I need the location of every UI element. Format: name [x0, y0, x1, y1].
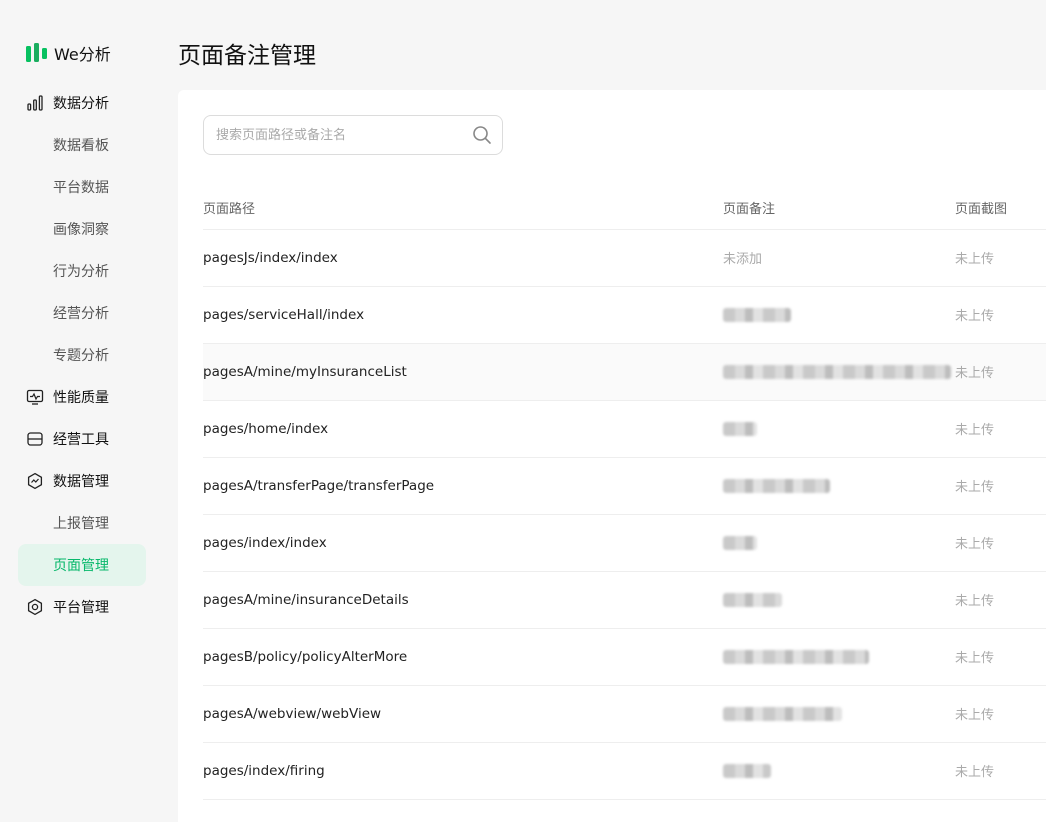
page-screenshot-cell: 未上传: [955, 229, 1046, 287]
redacted-note: [723, 478, 830, 493]
sidebar-item-label: 经营分析: [53, 306, 109, 322]
page-screenshot-cell: 未上传: [955, 628, 1046, 686]
page-screenshot-cell: 未上传: [955, 685, 1046, 743]
page-title: 页面备注管理: [178, 43, 316, 69]
search-input[interactable]: [204, 116, 472, 154]
page-path-cell: pages/home/index: [203, 400, 723, 458]
table-row[interactable]: pagesA/mine/myInsuranceList 未上传: [203, 343, 1046, 401]
page-screenshot-cell: 未上传: [955, 286, 1046, 344]
page-path-cell: pagesJs/index/index: [203, 229, 723, 287]
sidebar-item-label: 平台管理: [53, 600, 109, 616]
sidebar-item-5[interactable]: 经营分析: [18, 292, 146, 334]
search-box: [203, 115, 503, 155]
page-note-cell: [723, 514, 955, 572]
sidebar-item-7[interactable]: 性能质量: [18, 376, 146, 418]
sidebar-item-10[interactable]: 上报管理: [18, 502, 146, 544]
redacted-note: [723, 706, 842, 721]
redacted-note: [723, 535, 757, 550]
sidebar-item-label: 性能质量: [53, 390, 109, 406]
page-note-cell: [723, 742, 955, 800]
sidebar-item-11[interactable]: 页面管理: [18, 544, 146, 586]
redacted-note: [723, 421, 757, 436]
table-row[interactable]: pages/home/index 未上传: [203, 400, 1046, 458]
page-screenshot-cell: 未上传: [955, 400, 1046, 458]
sidebar-item-label: 经营工具: [53, 432, 109, 448]
sidebar-item-3[interactable]: 画像洞察: [18, 208, 146, 250]
sidebar-item-2[interactable]: 平台数据: [18, 166, 146, 208]
sidebar-item-label: 数据管理: [53, 474, 109, 490]
sidebar-item-1[interactable]: 数据看板: [18, 124, 146, 166]
table-row[interactable]: pages/index/index 未上传: [203, 514, 1046, 572]
sidebar-item-label: 页面管理: [53, 558, 109, 574]
table-row[interactable]: pagesA/mine/insuranceDetails 未上传: [203, 571, 1046, 629]
main-panel: 页面路径 页面备注 页面截图 pagesJs/index/index未添加未上传…: [178, 90, 1046, 822]
sidebar-item-label: 专题分析: [53, 348, 109, 364]
page-note-cell: [723, 400, 955, 458]
redacted-note: [723, 763, 771, 778]
sidebar-item-6[interactable]: 专题分析: [18, 334, 146, 376]
page-path-cell: pagesA/webview/webView: [203, 685, 723, 743]
sidebar-item-label: 数据看板: [53, 138, 109, 154]
page-screenshot-cell: 未上传: [955, 457, 1046, 515]
page-path-cell: pages/index/index: [203, 514, 723, 572]
sidebar-nav: 数据分析数据看板平台数据画像洞察行为分析经营分析专题分析性能质量经营工具数据管理…: [18, 82, 146, 628]
sidebar: We分析 数据分析数据看板平台数据画像洞察行为分析经营分析专题分析性能质量经营工…: [0, 0, 160, 822]
table-header-row: 页面路径 页面备注 页面截图: [203, 186, 1046, 230]
page-screenshot-cell: 未上传: [955, 343, 1046, 401]
redacted-note: [723, 649, 869, 664]
page-path-cell: pagesB/policy/policyAlterMore: [203, 628, 723, 686]
sidebar-item-4[interactable]: 行为分析: [18, 250, 146, 292]
sidebar-item-0[interactable]: 数据分析: [18, 82, 146, 124]
page-path-cell: pages/serviceHall/index: [203, 286, 723, 344]
sidebar-item-label: 上报管理: [53, 516, 109, 532]
table-row[interactable]: pagesA/transferPage/transferPage 未上传: [203, 457, 1046, 515]
table-row[interactable]: pagesJs/index/index 未添加 未上传: [203, 229, 1046, 287]
table-row[interactable]: pagesB/policy/policyAlterMore 未上传: [203, 628, 1046, 686]
page-path-cell: pages/index/firing: [203, 742, 723, 800]
page-screenshot-cell: 未上传: [955, 742, 1046, 800]
toolbox-icon: [26, 430, 44, 448]
data-manage-icon: [26, 472, 44, 490]
sidebar-item-label: 平台数据: [53, 180, 109, 196]
page-path-cell: pagesA/mine/myInsuranceList: [203, 343, 723, 401]
page-note-cell: [723, 457, 955, 515]
page-screenshot-cell: 未上传: [955, 571, 1046, 629]
header-page-note: 页面备注: [723, 186, 955, 230]
app-name: We分析: [54, 45, 111, 64]
sidebar-item-label: 行为分析: [53, 264, 109, 280]
app-logo[interactable]: We分析: [26, 40, 111, 66]
sidebar-item-label: 画像洞察: [53, 222, 109, 238]
page-screenshot-cell: 未上传: [955, 514, 1046, 572]
sidebar-item-12[interactable]: 平台管理: [18, 586, 146, 628]
settings-hex-icon: [26, 598, 44, 616]
page-note-cell: 未添加: [723, 229, 955, 287]
table-row[interactable]: pages/serviceHall/index 未上传: [203, 286, 1046, 344]
page-note-cell: [723, 628, 955, 686]
header-page-path: 页面路径: [203, 186, 723, 230]
page-table: 页面路径 页面备注 页面截图 pagesJs/index/index 未添加 未上传…: [203, 186, 1046, 800]
page-path-cell: pagesA/transferPage/transferPage: [203, 457, 723, 515]
sidebar-item-9[interactable]: 数据管理: [18, 460, 146, 502]
page-path-cell: pagesA/mine/insuranceDetails: [203, 571, 723, 629]
sidebar-item-8[interactable]: 经营工具: [18, 418, 146, 460]
sidebar-item-label: 数据分析: [53, 96, 109, 112]
page-note-cell: [723, 286, 955, 344]
table-row[interactable]: pagesA/webview/webView 未上传: [203, 685, 1046, 743]
header-page-screenshot: 页面截图: [955, 186, 1046, 230]
table-row[interactable]: pages/index/firing 未上传: [203, 742, 1046, 800]
page-note-cell: [723, 343, 955, 401]
search-icon[interactable]: [472, 125, 492, 145]
redacted-note: [723, 307, 791, 322]
bar-chart-icon: [26, 94, 44, 112]
redacted-note: [723, 592, 782, 607]
we-analysis-logo-icon: [26, 43, 47, 62]
page-note-cell: [723, 571, 955, 629]
redacted-note: [723, 364, 951, 379]
monitor-icon: [26, 388, 44, 406]
page-note-cell: [723, 685, 955, 743]
